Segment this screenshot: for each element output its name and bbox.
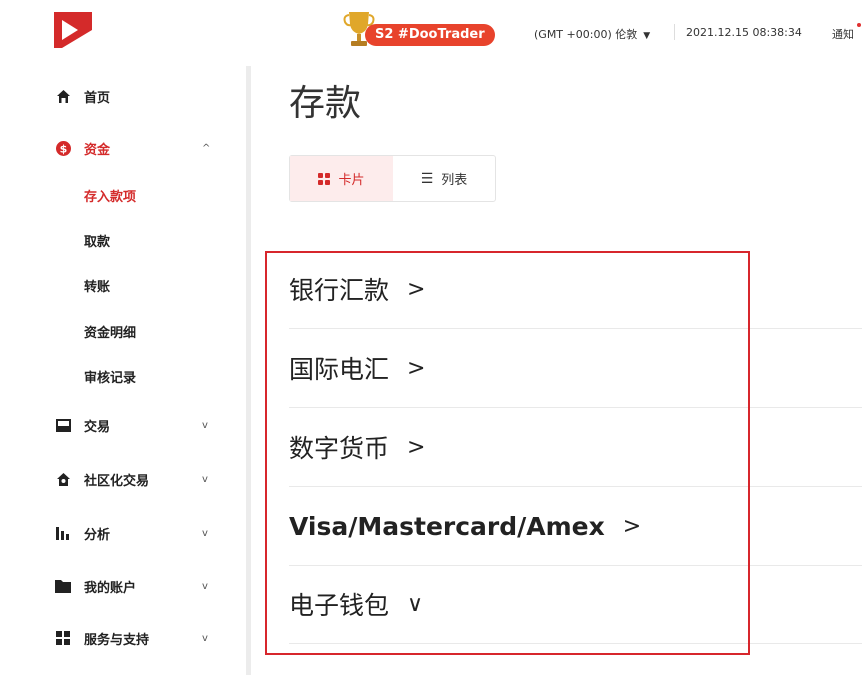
- sidebar-subitem-withdraw[interactable]: 取款: [84, 231, 110, 250]
- deposit-method-bank-transfer[interactable]: 银行汇款 >: [289, 250, 862, 329]
- season-badge-label: S2 #DooTrader: [365, 24, 495, 46]
- current-datetime: 2021.12.15 08:38:34: [686, 26, 802, 39]
- sidebar-subitem-review-records[interactable]: 审核记录: [84, 367, 136, 386]
- support-icon: [55, 630, 71, 646]
- list-view-button[interactable]: ☰ 列表: [393, 156, 495, 201]
- chevron-right-icon: >: [622, 513, 642, 539]
- dollar-icon: $: [55, 140, 71, 156]
- svg-text:$: $: [59, 142, 67, 155]
- chevron-down-icon: v: [202, 580, 208, 592]
- sidebar-item-label: 交易: [84, 419, 111, 435]
- method-label: 数字货币: [289, 434, 390, 463]
- list-icon: ☰: [420, 170, 434, 187]
- chevron-up-icon: ^: [202, 142, 211, 154]
- caret-down-icon: ▼: [643, 31, 651, 41]
- sidebar-item-label: 资金: [84, 142, 111, 158]
- deposit-method-crypto[interactable]: 数字货币 >: [289, 408, 862, 487]
- community-icon: [55, 471, 71, 487]
- method-label: Visa/Mastercard/Amex: [289, 511, 605, 541]
- sidebar-item-community[interactable]: 社区化交易 v: [0, 464, 246, 494]
- sidebar-subitem-deposit[interactable]: 存入款项: [84, 186, 136, 205]
- grid-icon: [318, 172, 331, 185]
- card-view-label: 卡片: [338, 173, 365, 188]
- brand-logo[interactable]: [54, 12, 92, 48]
- trade-icon: [55, 417, 71, 433]
- deposit-method-ewallet[interactable]: 电子钱包 ∨: [289, 565, 862, 644]
- chevron-down-icon: v: [202, 473, 208, 485]
- method-label: 电子钱包: [289, 591, 390, 620]
- method-label: 银行汇款: [289, 276, 390, 305]
- list-view-label: 列表: [441, 173, 468, 188]
- deposit-method-wire-transfer[interactable]: 国际电汇 >: [289, 329, 862, 408]
- chevron-right-icon: >: [407, 355, 426, 381]
- header-divider: [674, 24, 675, 40]
- analysis-icon: [55, 525, 71, 541]
- card-view-button[interactable]: 卡片: [290, 156, 393, 201]
- home-icon: [55, 88, 71, 104]
- sidebar-item-support[interactable]: 服务与支持 v: [0, 623, 246, 653]
- chevron-down-icon: v: [202, 527, 208, 539]
- sidebar-item-my-account[interactable]: 我的账户 v: [0, 571, 246, 601]
- view-toggle: 卡片 ☰ 列表: [289, 155, 496, 202]
- notification-dot-icon: [857, 23, 861, 27]
- chevron-right-icon: >: [407, 434, 426, 460]
- season-badge[interactable]: S2 #DooTrader: [343, 10, 511, 48]
- sidebar-item-funds[interactable]: $ 资金 ^: [0, 133, 246, 163]
- sidebar-item-label: 我的账户: [84, 580, 137, 596]
- chevron-down-icon: v: [202, 419, 208, 431]
- timezone-label: (GMT +00:00) 伦敦: [534, 28, 638, 41]
- timezone-select[interactable]: (GMT +00:00) 伦敦 ▼: [534, 26, 650, 42]
- chevron-right-icon: >: [407, 276, 426, 302]
- sidebar-item-label: 服务与支持: [84, 632, 150, 648]
- sidebar-item-label: 首页: [84, 90, 111, 106]
- sidebar: 首页 $ 资金 ^ 存入款项 取款 转账 资金明细 审核记录 交易 v 社区化交…: [0, 0, 246, 675]
- method-label: 国际电汇: [289, 355, 390, 384]
- sidebar-item-label: 分析: [84, 527, 111, 543]
- page-title: 存款: [289, 83, 362, 124]
- sidebar-item-label: 社区化交易: [84, 473, 150, 489]
- sidebar-scrollbar[interactable]: [246, 66, 251, 675]
- sidebar-item-trade[interactable]: 交易 v: [0, 410, 246, 440]
- sidebar-item-analysis[interactable]: 分析 v: [0, 518, 246, 548]
- sidebar-subitem-fund-details[interactable]: 资金明细: [84, 322, 136, 341]
- deposit-method-cards[interactable]: Visa/Mastercard/Amex >: [289, 487, 862, 566]
- sidebar-subitem-transfer[interactable]: 转账: [84, 276, 110, 295]
- chevron-down-icon: ∨: [407, 591, 424, 617]
- chevron-down-icon: v: [202, 632, 208, 644]
- notifications-link[interactable]: 通知: [832, 26, 854, 42]
- sidebar-item-home[interactable]: 首页: [0, 81, 246, 111]
- folder-icon: [55, 578, 71, 594]
